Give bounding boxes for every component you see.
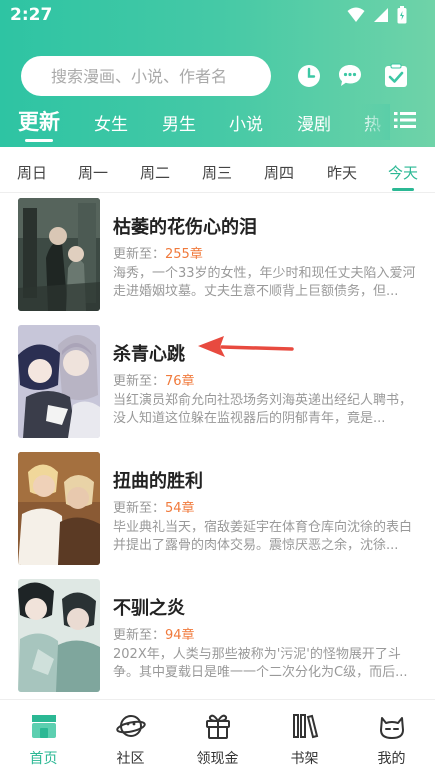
nav-label: 我的	[377, 751, 406, 767]
tab-short-drama[interactable]: 漫剧	[297, 110, 331, 135]
annotation-arrow-icon	[198, 336, 294, 357]
list-item[interactable]: 不驯之炎 更新至：94章 202X年，人类与那些被称为'污泥'的怪物展开了斗争。…	[0, 574, 435, 701]
nav-community[interactable]: 社区	[87, 700, 174, 773]
day-tab-sunday[interactable]: 周日	[17, 162, 47, 183]
nav-profile[interactable]: 我的	[348, 700, 435, 773]
nav-label: 首页	[29, 751, 58, 767]
header: 2:27 更新 女生	[0, 0, 435, 147]
chat-icon[interactable]	[337, 63, 363, 89]
status-time: 2:27	[10, 5, 53, 25]
comic-title[interactable]: 枯萎的花伤心的泪	[113, 213, 257, 239]
nav-label: 书架	[290, 751, 319, 767]
nav-label: 社区	[116, 751, 145, 767]
day-tab-monday[interactable]: 周一	[78, 162, 108, 183]
comic-title[interactable]: 扭曲的胜利	[113, 467, 203, 493]
update-info: 更新至：255章	[113, 243, 203, 262]
comic-description: 202X年，人类与那些被称为'污泥'的怪物展开了斗争。其中夏载日是唯一一个二次分…	[113, 647, 408, 680]
chapter-count: 255章	[165, 247, 203, 262]
status-bar: 2:27	[0, 0, 435, 32]
nav-bookshelf[interactable]: 书架	[261, 700, 348, 773]
update-label: 更新至：	[113, 501, 166, 516]
list-item[interactable]: 枯萎的花伤心的泪 更新至：255章 海秀，一个33岁的女性，年少时和现任丈夫陷入…	[0, 193, 435, 320]
menu-icon[interactable]	[393, 108, 417, 132]
tab-novel[interactable]: 小说	[229, 110, 263, 135]
cover-image[interactable]	[18, 198, 100, 311]
day-tab-tuesday[interactable]: 周二	[140, 162, 170, 183]
day-tab-today[interactable]: 今天	[388, 162, 418, 183]
chapter-count: 54章	[165, 501, 195, 516]
battery-icon	[397, 6, 407, 24]
tab-active-indicator	[25, 139, 53, 142]
update-label: 更新至：	[113, 628, 166, 643]
comic-description: 毕业典礼当天，宿敌姜延宇在体育仓库向沈徐的表白并提出了露骨的肉体交易。震惊厌恶之…	[113, 520, 413, 553]
checklist-icon[interactable]	[383, 63, 409, 89]
cover-image[interactable]	[18, 325, 100, 438]
day-active-indicator	[392, 188, 414, 191]
list-item[interactable]: 扭曲的胜利 更新至：54章 毕业典礼当天，宿敌姜延宇在体育仓库向沈徐的表白并提出…	[0, 447, 435, 574]
clock-icon[interactable]	[296, 63, 322, 89]
wifi-icon	[347, 7, 365, 22]
update-info: 更新至：76章	[113, 370, 195, 389]
day-tab-wednesday[interactable]: 周三	[202, 162, 232, 183]
bottom-nav: 首页 社区 领现金 书架 我的	[0, 699, 435, 773]
tab-male[interactable]: 男生	[162, 110, 196, 135]
tab-fade	[360, 104, 390, 140]
update-info: 更新至：94章	[113, 624, 195, 643]
gift-icon	[206, 714, 230, 739]
comic-description: 当红演员郑俞允向社恐场务刘海英递出经纪人聘书，没人知道这位躲在监视器后的阴郁青年…	[113, 393, 413, 426]
status-icons	[347, 6, 407, 24]
update-label: 更新至：	[113, 374, 166, 389]
day-tab-yesterday[interactable]: 昨天	[327, 162, 357, 183]
comic-title[interactable]: 杀青心跳	[113, 340, 185, 366]
nav-home[interactable]: 首页	[0, 700, 87, 773]
profile-cat-icon	[380, 717, 404, 739]
cover-image[interactable]	[18, 579, 100, 692]
nav-label: 领现金	[196, 751, 239, 767]
tab-update[interactable]: 更新	[18, 106, 60, 136]
search-input[interactable]	[51, 66, 261, 86]
nav-cash[interactable]: 领现金	[174, 700, 261, 773]
tab-female[interactable]: 女生	[94, 110, 128, 135]
update-info: 更新至：54章	[113, 497, 195, 516]
cover-image[interactable]	[18, 452, 100, 565]
comic-description: 海秀，一个33岁的女性，年少时和现任丈夫陷入爱河走进婚姻坟墓。丈夫生意不顺背上巨…	[113, 266, 416, 299]
day-tabs: 周日 周一 周二 周三 周四 昨天 今天	[0, 147, 435, 193]
search-box[interactable]	[21, 56, 271, 96]
chapter-count: 94章	[165, 628, 195, 643]
day-tab-thursday[interactable]: 周四	[264, 162, 294, 183]
signal-icon	[374, 8, 388, 22]
bookshelf-icon	[293, 714, 319, 739]
comic-title[interactable]: 不驯之炎	[113, 594, 185, 620]
chapter-count: 76章	[165, 374, 195, 389]
planet-icon	[116, 715, 146, 737]
home-icon	[32, 715, 56, 738]
update-label: 更新至：	[113, 247, 166, 262]
